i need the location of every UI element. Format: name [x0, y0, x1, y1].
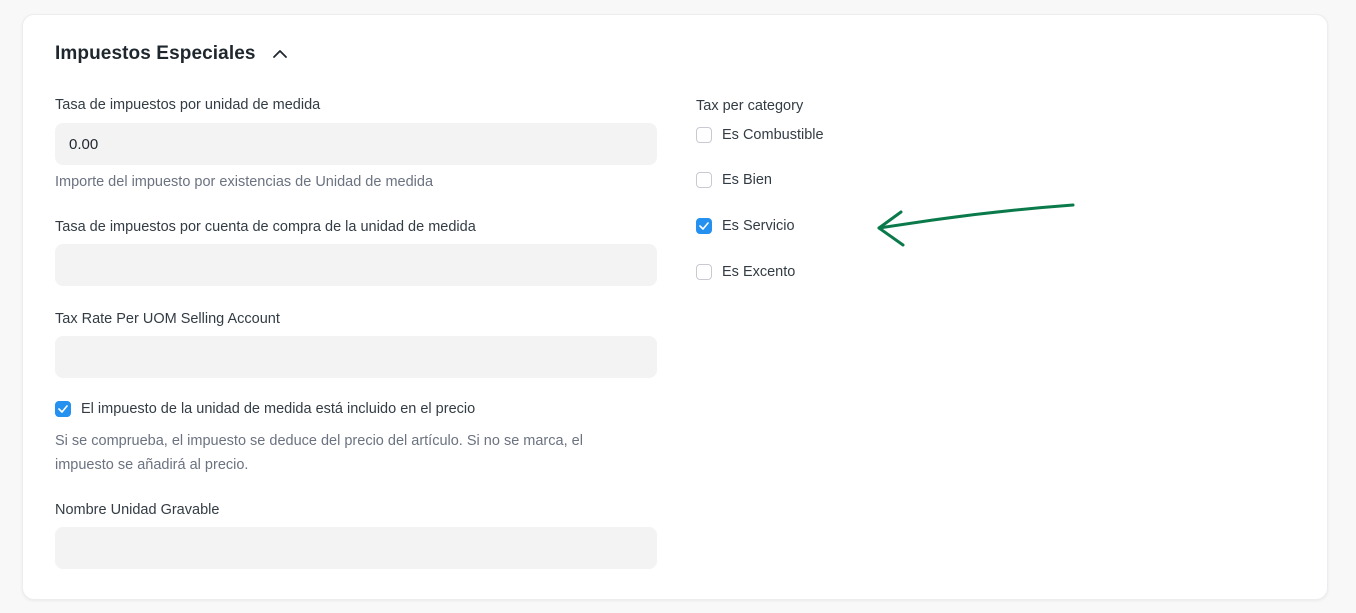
chevron-up-icon[interactable] — [270, 44, 290, 64]
es-excento-checkbox[interactable] — [696, 264, 712, 280]
taxable-unit-name-label: Nombre Unidad Gravable — [55, 502, 220, 518]
es-combustible-label: Es Combustible — [722, 127, 824, 143]
checkmark-icon — [699, 222, 709, 230]
es-combustible-checkbox[interactable] — [696, 127, 712, 143]
rate-per-uom-help: Importe del impuesto por existencias de … — [55, 174, 434, 190]
option-es-excento[interactable]: Es Excento — [696, 264, 795, 280]
option-es-bien[interactable]: Es Bien — [696, 172, 772, 188]
selling-account-label: Tax Rate Per UOM Selling Account — [55, 311, 280, 327]
annotation-arrow-icon — [877, 203, 1075, 247]
purchase-account-label: Tasa de impuestos por cuenta de compra d… — [55, 219, 476, 235]
es-bien-label: Es Bien — [722, 172, 772, 188]
es-servicio-label: Es Servicio — [722, 218, 795, 234]
taxable-unit-name-input[interactable] — [55, 527, 657, 569]
tax-per-category-label: Tax per category — [696, 98, 804, 114]
section-header[interactable]: Impuestos Especiales — [55, 43, 290, 65]
option-es-servicio[interactable]: Es Servicio — [696, 218, 795, 234]
tax-included-checkbox-row[interactable]: El impuesto de la unidad de medida está … — [55, 401, 475, 417]
checkmark-icon — [58, 405, 68, 413]
tax-included-label: El impuesto de la unidad de medida está … — [81, 401, 476, 417]
option-es-combustible[interactable]: Es Combustible — [696, 127, 824, 143]
special-taxes-card: Impuestos Especiales Tasa de impuestos p… — [22, 14, 1328, 600]
rate-per-uom-input[interactable]: 0.00 — [55, 123, 657, 165]
purchase-account-input[interactable] — [55, 244, 657, 286]
tax-included-help-line1: Si se comprueba, el impuesto se deduce d… — [55, 433, 583, 449]
es-excento-label: Es Excento — [722, 264, 796, 280]
selling-account-input[interactable] — [55, 336, 657, 378]
es-bien-checkbox[interactable] — [696, 172, 712, 188]
tax-included-checkbox[interactable] — [55, 401, 71, 417]
es-servicio-checkbox[interactable] — [696, 218, 712, 234]
rate-per-uom-label: Tasa de impuestos por unidad de medida — [55, 97, 321, 113]
tax-included-help-line2: impuesto se añadirá al precio. — [55, 457, 249, 473]
section-title: Impuestos Especiales — [55, 43, 256, 64]
